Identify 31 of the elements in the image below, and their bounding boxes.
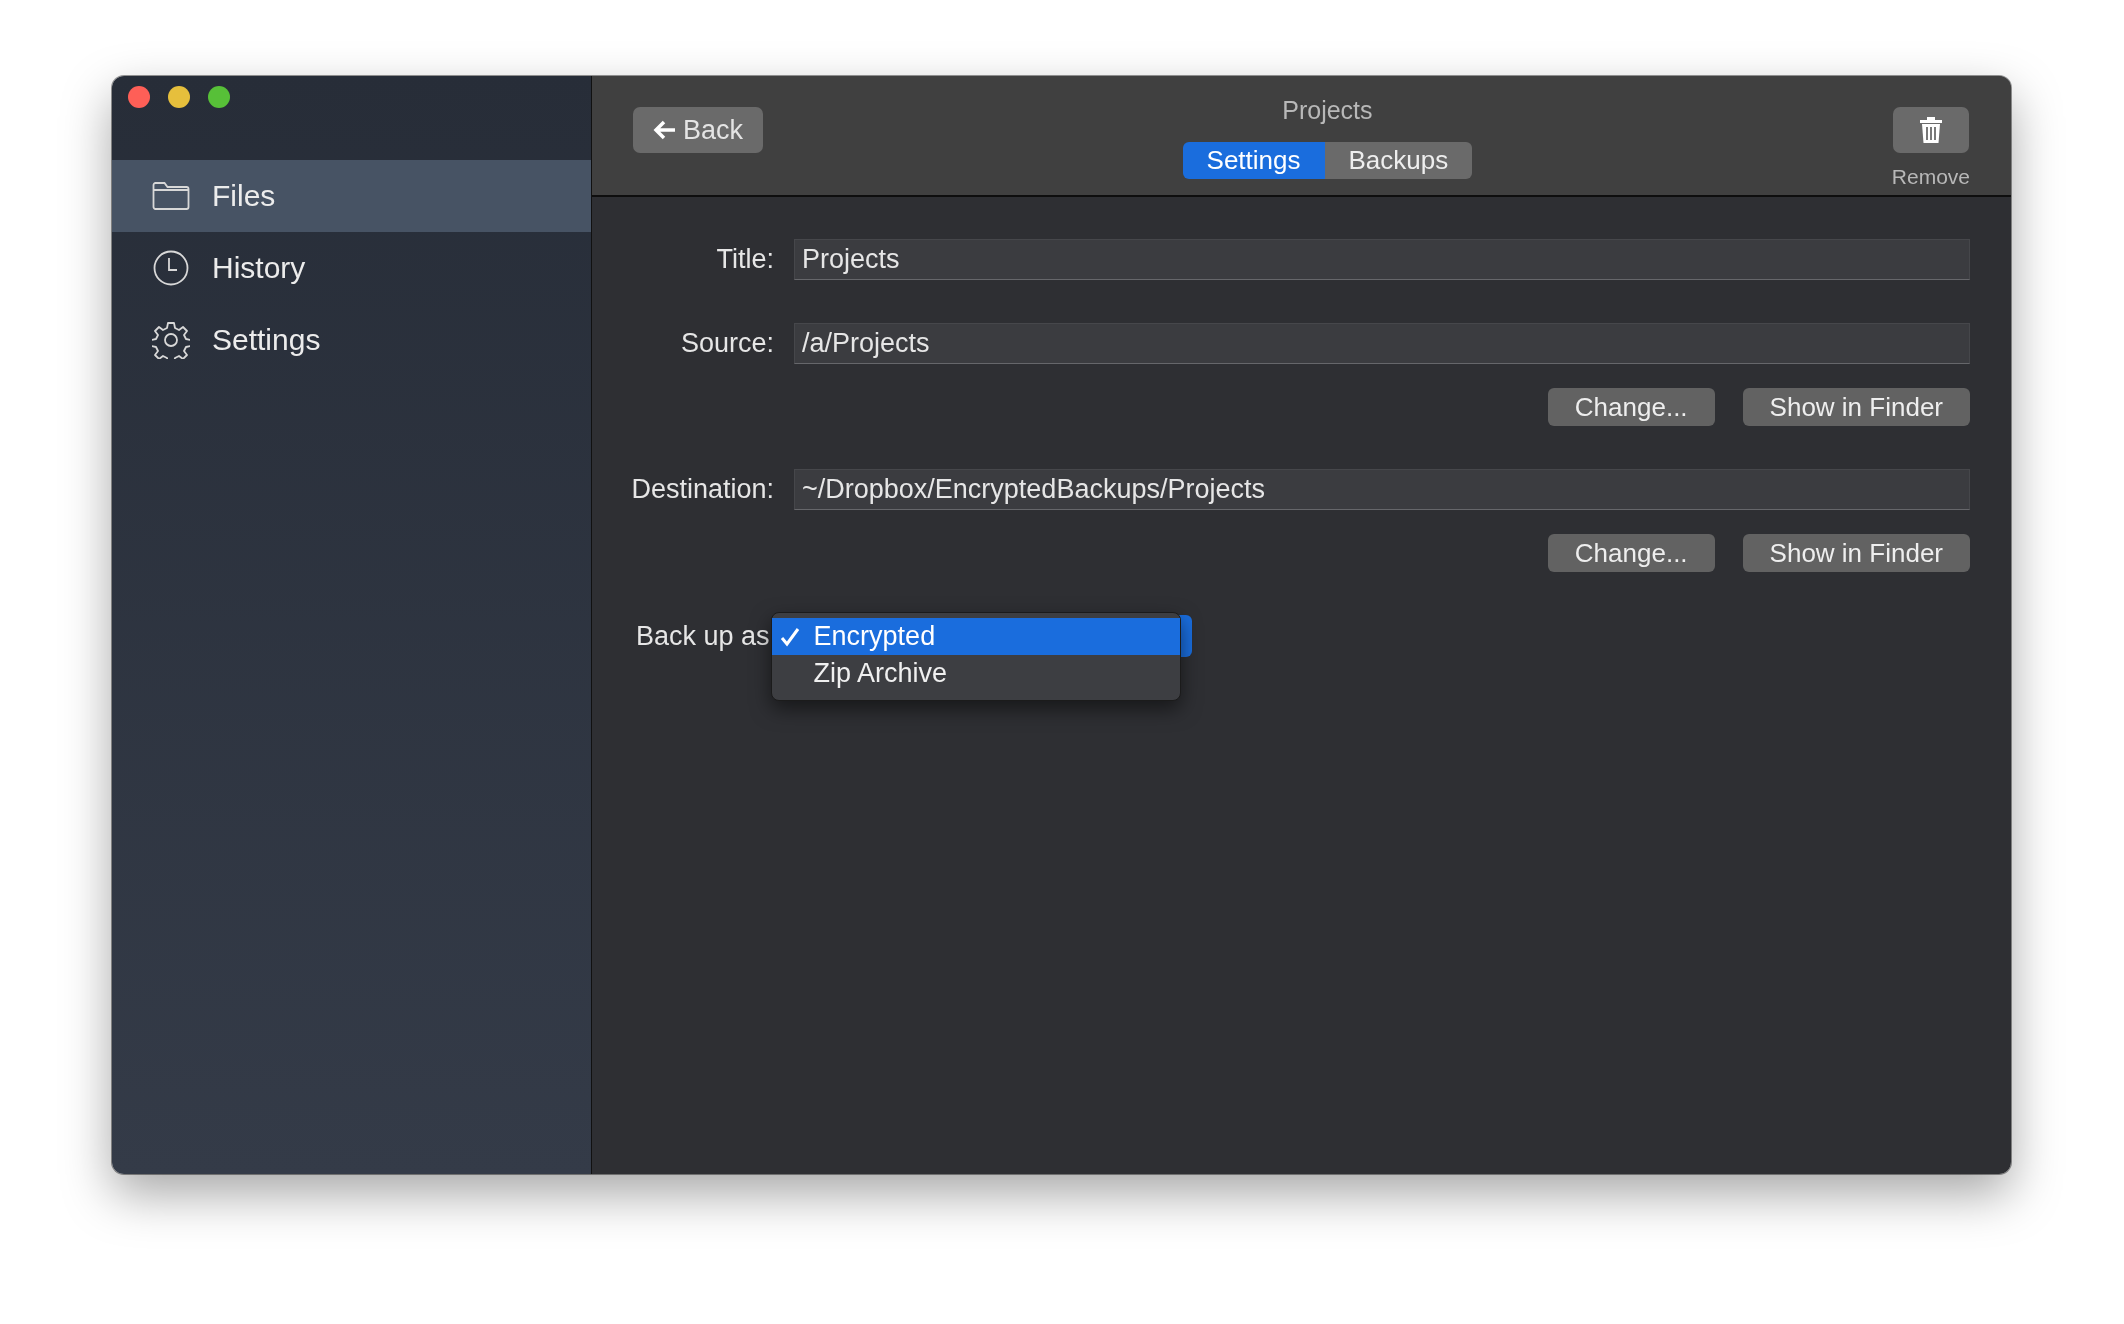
text-field[interactable]: Projects xyxy=(794,239,1970,280)
minimize-button[interactable] xyxy=(168,86,190,108)
folder-icon xyxy=(152,182,190,210)
gear-icon xyxy=(152,321,190,359)
show-in-finder-button[interactable]: Show in Finder xyxy=(1742,388,1970,426)
text-field[interactable]: ~/Dropbox/EncryptedBackups/Projects xyxy=(794,469,1970,510)
window-title: Projects xyxy=(1282,96,1373,126)
back-button[interactable]: Back xyxy=(633,107,763,153)
trash-button[interactable] xyxy=(1892,107,1969,153)
menu-item[interactable]: Encrypted xyxy=(771,618,1180,655)
change-button[interactable]: Change... xyxy=(1547,388,1715,426)
arrow-left-icon xyxy=(653,119,677,141)
field-label: Source: xyxy=(679,328,774,359)
trash-icon xyxy=(1919,117,1942,143)
show-in-finder-button[interactable]: Show in Finder xyxy=(1742,534,1970,572)
zoom-button[interactable] xyxy=(208,86,230,108)
field-label: Destination: xyxy=(630,474,774,505)
field-label: Title: xyxy=(715,244,774,275)
field-label: Back up as xyxy=(636,620,770,652)
menu-item[interactable]: Zip Archive xyxy=(771,655,1180,692)
sidebar-item[interactable]: Settings xyxy=(112,304,591,376)
tab[interactable]: Backups xyxy=(1324,142,1473,179)
text-field[interactable]: /a/Projects xyxy=(794,323,1970,364)
sidebar-item[interactable]: History xyxy=(112,232,591,304)
tab[interactable]: Settings xyxy=(1182,142,1325,179)
clock-icon xyxy=(153,250,189,286)
sidebar-item[interactable]: Files xyxy=(112,160,591,232)
close-button[interactable] xyxy=(128,86,150,108)
checkmark-icon xyxy=(779,627,800,647)
remove-label: Remove xyxy=(1891,165,1970,189)
change-button[interactable]: Change... xyxy=(1547,534,1715,572)
